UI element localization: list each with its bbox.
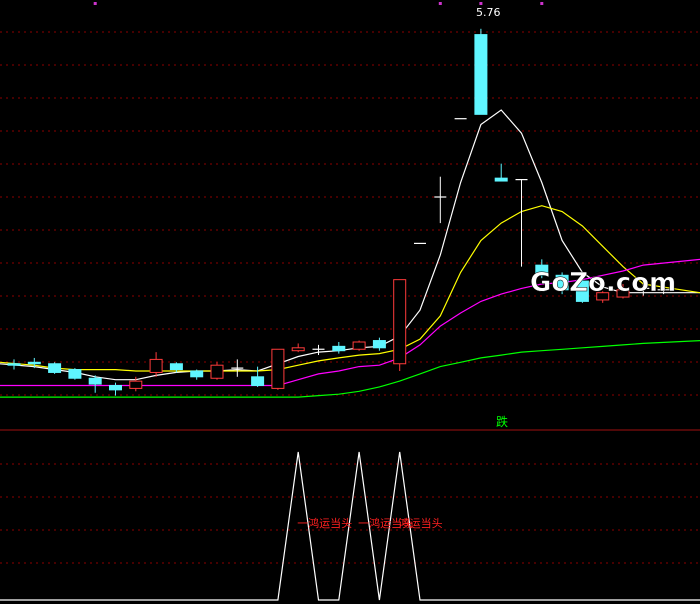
high-price-label: 5.76 (476, 6, 501, 19)
candle (291, 343, 305, 353)
candle (332, 342, 346, 354)
candle-body (372, 340, 386, 349)
candle-body (27, 361, 41, 365)
candle-body (210, 364, 224, 379)
candle (68, 368, 82, 380)
candle (494, 163, 508, 182)
candle (190, 369, 204, 380)
ma-line-white (0, 109, 700, 381)
candle (7, 359, 21, 370)
candle-body (48, 363, 62, 373)
candle-body (190, 370, 204, 378)
candle (109, 382, 122, 396)
candle (210, 362, 224, 380)
candle-body (88, 377, 102, 385)
candle-body (251, 376, 265, 386)
candle-body (332, 345, 346, 352)
moving-average-lines (0, 109, 700, 398)
candle-body (494, 177, 508, 182)
candle-body (68, 369, 82, 379)
signal-marker (438, 2, 442, 5)
candle-body (271, 348, 285, 389)
candle-body (129, 380, 143, 389)
indicator-label: 鸿运当头 (399, 516, 443, 530)
signal-marker (93, 2, 97, 5)
stock-chart: 一鸿运当头 一鸿运当头鸿运当头 5.76 跌 GoZo.com (0, 2, 700, 601)
candle (372, 337, 386, 351)
candle (393, 279, 407, 371)
indicator-label: 一鸿运当头 (297, 516, 352, 530)
candle (515, 179, 528, 267)
candle (88, 375, 102, 393)
indicator-panel: 一鸿运当头 一鸿运当头鸿运当头 (0, 451, 700, 601)
candle-body (291, 347, 305, 352)
signal-marker (540, 2, 544, 5)
candle (474, 28, 488, 115)
candle (48, 362, 62, 374)
sell-signal-label: 跌 (496, 414, 508, 429)
candle-body (169, 363, 183, 371)
candle (149, 352, 163, 377)
candle (352, 340, 366, 351)
watermark: GoZo.com (530, 268, 676, 298)
candle (271, 348, 285, 390)
candle-body (149, 358, 163, 373)
candlesticks (7, 28, 670, 396)
candle-body (7, 363, 21, 366)
candle-body (474, 34, 488, 115)
candle (434, 176, 447, 224)
candle-body (393, 279, 407, 365)
signal-marker (479, 2, 483, 5)
candle-body (109, 385, 122, 391)
top-markers (93, 2, 544, 5)
candle-body (352, 341, 366, 350)
